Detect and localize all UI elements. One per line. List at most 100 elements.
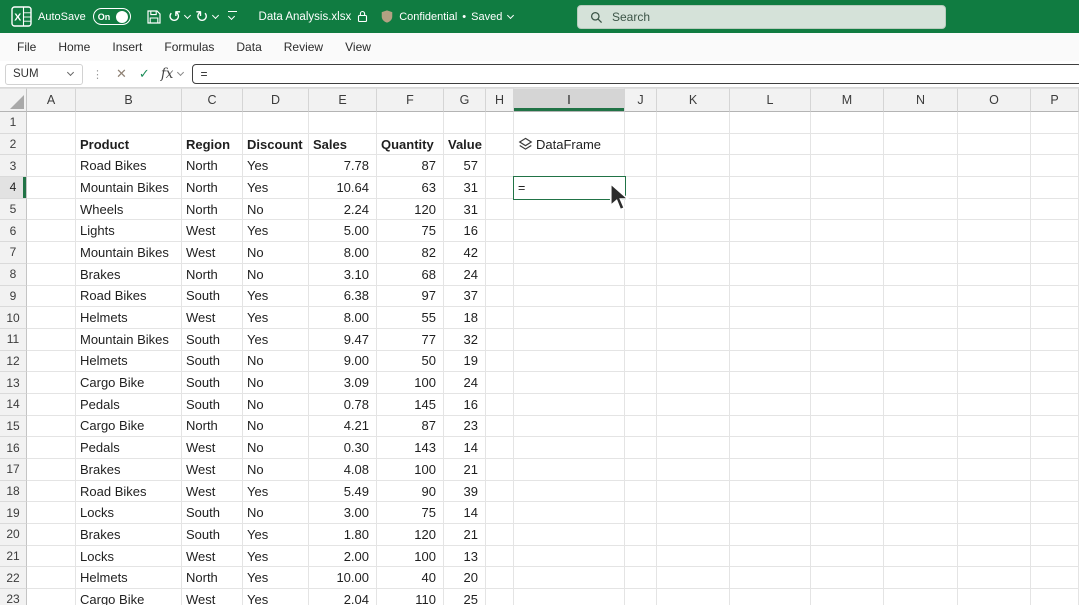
cell-J2[interactable] [625, 134, 657, 156]
cell-I1[interactable] [514, 112, 625, 134]
cell-I18[interactable] [514, 481, 625, 503]
tab-file[interactable]: File [6, 40, 47, 54]
cell-P15[interactable] [1031, 416, 1079, 438]
row-header-4[interactable]: 4 [0, 177, 27, 199]
cell-J17[interactable] [625, 459, 657, 481]
cell-A18[interactable] [27, 481, 76, 503]
cell-I19[interactable] [514, 502, 625, 524]
cell-C18[interactable]: West [182, 481, 243, 503]
row-header-2[interactable]: 2 [0, 134, 27, 156]
cell-B6[interactable]: Lights [76, 220, 182, 242]
cell-N8[interactable] [884, 264, 958, 286]
cell-C22[interactable]: North [182, 567, 243, 589]
column-header-m[interactable]: M [811, 88, 884, 112]
cell-A21[interactable] [27, 546, 76, 568]
cell-G7[interactable]: 42 [444, 242, 486, 264]
redo-button[interactable]: ↻ [192, 5, 211, 29]
tab-data[interactable]: Data [225, 40, 272, 54]
cell-M14[interactable] [811, 394, 884, 416]
cell-F16[interactable]: 143 [377, 437, 444, 459]
cell-A19[interactable] [27, 502, 76, 524]
cell-I2[interactable]: DataFrame [514, 134, 625, 156]
search-box[interactable]: Search [577, 5, 946, 29]
cell-L22[interactable] [730, 567, 811, 589]
cell-G23[interactable]: 25 [444, 589, 486, 605]
cell-C8[interactable]: North [182, 264, 243, 286]
cell-D7[interactable]: No [243, 242, 309, 264]
cell-O10[interactable] [958, 307, 1031, 329]
select-all-button[interactable] [0, 88, 27, 112]
cell-E5[interactable]: 2.24 [309, 199, 377, 221]
cancel-entry-button[interactable]: ✕ [116, 67, 127, 82]
autosave-toggle[interactable]: On [93, 8, 131, 25]
cell-M15[interactable] [811, 416, 884, 438]
cell-K16[interactable] [657, 437, 730, 459]
cell-I6[interactable] [514, 220, 625, 242]
cell-D9[interactable]: Yes [243, 286, 309, 308]
column-header-k[interactable]: K [657, 88, 730, 112]
cell-K7[interactable] [657, 242, 730, 264]
column-header-d[interactable]: D [243, 88, 309, 112]
column-header-g[interactable]: G [444, 88, 486, 112]
cell-J19[interactable] [625, 502, 657, 524]
row-header-20[interactable]: 20 [0, 524, 27, 546]
cell-B5[interactable]: Wheels [76, 199, 182, 221]
cell-I7[interactable] [514, 242, 625, 264]
cell-F19[interactable]: 75 [377, 502, 444, 524]
cell-D14[interactable]: No [243, 394, 309, 416]
cell-B19[interactable]: Locks [76, 502, 182, 524]
cell-K13[interactable] [657, 372, 730, 394]
cell-A22[interactable] [27, 567, 76, 589]
cell-F7[interactable]: 82 [377, 242, 444, 264]
cell-J3[interactable] [625, 155, 657, 177]
cell-H15[interactable] [486, 416, 514, 438]
cell-O17[interactable] [958, 459, 1031, 481]
cell-C20[interactable]: South [182, 524, 243, 546]
cell-M9[interactable] [811, 286, 884, 308]
cell-A7[interactable] [27, 242, 76, 264]
cell-K22[interactable] [657, 567, 730, 589]
cell-J8[interactable] [625, 264, 657, 286]
cell-F8[interactable]: 68 [377, 264, 444, 286]
cell-G12[interactable]: 19 [444, 351, 486, 373]
cell-K14[interactable] [657, 394, 730, 416]
cell-M19[interactable] [811, 502, 884, 524]
cell-C11[interactable]: South [182, 329, 243, 351]
cell-O9[interactable] [958, 286, 1031, 308]
cell-C9[interactable]: South [182, 286, 243, 308]
cell-E15[interactable]: 4.21 [309, 416, 377, 438]
cell-N4[interactable] [884, 177, 958, 199]
cell-B23[interactable]: Cargo Bike [76, 589, 182, 605]
cell-J22[interactable] [625, 567, 657, 589]
cell-L11[interactable] [730, 329, 811, 351]
cell-F15[interactable]: 87 [377, 416, 444, 438]
row-header-11[interactable]: 11 [0, 329, 27, 351]
cell-E20[interactable]: 1.80 [309, 524, 377, 546]
cell-K9[interactable] [657, 286, 730, 308]
cell-N6[interactable] [884, 220, 958, 242]
cell-A17[interactable] [27, 459, 76, 481]
cell-H23[interactable] [486, 589, 514, 605]
cell-P4[interactable] [1031, 177, 1079, 199]
cell-D16[interactable]: No [243, 437, 309, 459]
cell-E12[interactable]: 9.00 [309, 351, 377, 373]
cell-O4[interactable] [958, 177, 1031, 199]
cell-G15[interactable]: 23 [444, 416, 486, 438]
cell-H18[interactable] [486, 481, 514, 503]
cell-O13[interactable] [958, 372, 1031, 394]
cell-A11[interactable] [27, 329, 76, 351]
cell-A2[interactable] [27, 134, 76, 156]
cell-O2[interactable] [958, 134, 1031, 156]
column-header-e[interactable]: E [309, 88, 377, 112]
column-header-c[interactable]: C [182, 88, 243, 112]
cell-P5[interactable] [1031, 199, 1079, 221]
cell-G20[interactable]: 21 [444, 524, 486, 546]
cell-K20[interactable] [657, 524, 730, 546]
name-box[interactable]: SUM [5, 64, 83, 85]
cell-I9[interactable] [514, 286, 625, 308]
cell-N18[interactable] [884, 481, 958, 503]
cell-E13[interactable]: 3.09 [309, 372, 377, 394]
cell-H12[interactable] [486, 351, 514, 373]
cell-E6[interactable]: 5.00 [309, 220, 377, 242]
redo-dropdown-icon[interactable] [212, 13, 220, 21]
